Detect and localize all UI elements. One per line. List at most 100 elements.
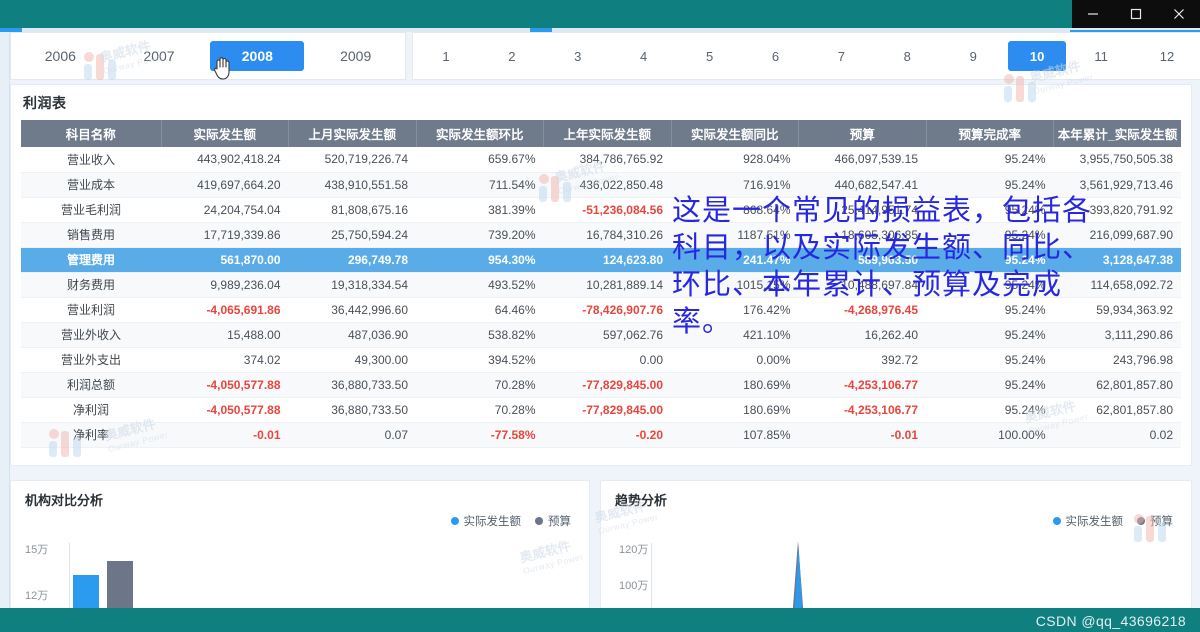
table-cell: 124,623.80 [544, 247, 672, 272]
table-cell: 296,749.78 [289, 247, 417, 272]
table-cell: -51,236,084.56 [544, 197, 672, 222]
row-label: 营业收入 [21, 147, 161, 172]
table-cell: -0.20 [544, 422, 672, 447]
year-tab-2006[interactable]: 2006 [13, 41, 108, 71]
column-header-2[interactable]: 上月实际发生额 [289, 120, 417, 147]
table-cell: -0.01 [799, 422, 927, 447]
month-tab-9[interactable]: 9 [942, 41, 1004, 71]
year-tab-2007[interactable]: 2007 [112, 41, 207, 71]
table-row[interactable]: 净利润-4,050,577.8836,880,733.5070.28%-77,8… [21, 397, 1181, 422]
table-cell: 1187.51% [671, 222, 799, 247]
table-cell: 216,099,687.90 [1054, 222, 1182, 247]
table-row[interactable]: 管理费用561,870.00296,749.78954.30%124,623.8… [21, 247, 1181, 272]
table-cell: 10,281,889.14 [544, 272, 672, 297]
table-cell: 59,934,363.92 [1054, 297, 1182, 322]
table-cell: 597,062.76 [544, 322, 672, 347]
table-row[interactable]: 销售费用17,719,339.8625,750,594.24739.20%16,… [21, 222, 1181, 247]
left-rail [0, 32, 10, 632]
table-row[interactable]: 财务费用9,989,236.0419,318,334.54493.52%10,2… [21, 272, 1181, 297]
table-cell: 0.07 [289, 422, 417, 447]
table-cell: 466,097,539.15 [799, 147, 927, 172]
table-row[interactable]: 营业外支出374.0249,300.00394.52%0.000.00%392.… [21, 347, 1181, 372]
column-header-0[interactable]: 科目名称 [21, 120, 161, 147]
year-tab-2008[interactable]: 2008 [210, 41, 304, 71]
column-header-5[interactable]: 实际发生额同比 [671, 120, 799, 147]
row-label: 管理费用 [21, 247, 161, 272]
month-tab-11[interactable]: 11 [1070, 41, 1132, 71]
table-cell: 392.72 [799, 347, 927, 372]
month-tab-12[interactable]: 12 [1136, 41, 1198, 71]
table-cell: 381.39% [416, 197, 544, 222]
year-tab-2009[interactable]: 2009 [308, 41, 403, 71]
table-cell: 419,697,664.20 [161, 172, 289, 197]
table-cell: 520,719,226.74 [289, 147, 417, 172]
table-cell: 10,488,697.84 [799, 272, 927, 297]
year-tab-strip: 2006200720082009 [10, 32, 406, 80]
maximize-icon[interactable] [1116, 0, 1156, 28]
row-label: 净利润 [21, 397, 161, 422]
month-tab-8[interactable]: 8 [876, 41, 938, 71]
table-cell: 95.24% [926, 372, 1054, 397]
table-cell: 70.28% [416, 397, 544, 422]
table-cell: 17,719,339.86 [161, 222, 289, 247]
column-header-6[interactable]: 预算 [799, 120, 927, 147]
table-cell: 95.24% [926, 272, 1054, 297]
column-header-3[interactable]: 实际发生额环比 [416, 120, 544, 147]
table-cell: 561,870.00 [161, 247, 289, 272]
table-cell: 100.00% [926, 422, 1054, 447]
table-row[interactable]: 营业外收入15,488.00487,036.90538.82%597,062.7… [21, 322, 1181, 347]
table-cell: 393,820,791.92 [1054, 197, 1182, 222]
table-cell: 16,784,310.26 [544, 222, 672, 247]
month-tab-10[interactable]: 10 [1008, 41, 1066, 71]
column-header-4[interactable]: 上年实际发生额 [544, 120, 672, 147]
month-tab-7[interactable]: 7 [810, 41, 872, 71]
table-row[interactable]: 营业成本419,697,664.20438,910,551.58711.54%4… [21, 172, 1181, 197]
table-cell: 438,910,551.58 [289, 172, 417, 197]
month-tab-6[interactable]: 6 [745, 41, 807, 71]
month-tab-3[interactable]: 3 [547, 41, 609, 71]
row-label: 销售费用 [21, 222, 161, 247]
table-cell: 394.52% [416, 347, 544, 372]
row-label: 财务费用 [21, 272, 161, 297]
table-cell: 114,658,092.72 [1054, 272, 1182, 297]
row-label: 营业外收入 [21, 322, 161, 347]
column-header-7[interactable]: 预算完成率 [926, 120, 1054, 147]
table-cell: 3,111,290.86 [1054, 322, 1182, 347]
table-cell: 81,808,675.16 [289, 197, 417, 222]
profit-statement-table: 科目名称实际发生额上月实际发生额实际发生额环比上年实际发生额实际发生额同比预算预… [21, 120, 1181, 448]
close-icon[interactable] [1159, 0, 1199, 28]
table-header-row: 科目名称实际发生额上月实际发生额实际发生额环比上年实际发生额实际发生额同比预算预… [21, 120, 1181, 147]
table-cell: 954.30% [416, 247, 544, 272]
table-cell: 487,036.90 [289, 322, 417, 347]
footer-band [0, 608, 1200, 632]
table-cell: 1015.15% [671, 272, 799, 297]
table-cell: 868.64% [671, 197, 799, 222]
page-title: 利润表 [11, 85, 1191, 120]
table-row[interactable]: 营业利润-4,065,691.8636,442,996.6064.46%-78,… [21, 297, 1181, 322]
table-cell: 659.67% [416, 147, 544, 172]
table-cell: 384,786,765.92 [544, 147, 672, 172]
month-tab-5[interactable]: 5 [679, 41, 741, 71]
table-row[interactable]: 营业收入443,902,418.24520,719,226.74659.67%3… [21, 147, 1181, 172]
y-tick-right-1: 100万 [619, 577, 648, 593]
column-header-1[interactable]: 实际发生额 [161, 120, 289, 147]
app-window: 2006200720082009 123456789101112 利润表 科目名… [0, 0, 1200, 632]
legend-dot-icon [1137, 517, 1145, 525]
table-cell: 36,880,733.50 [289, 372, 417, 397]
chart-title-left: 机构对比分析 [11, 481, 589, 509]
table-cell: 62,801,857.80 [1054, 372, 1182, 397]
table-cell: -4,050,577.88 [161, 397, 289, 422]
table-cell: 241.47% [671, 247, 799, 272]
table-row[interactable]: 营业毛利润24,204,754.0481,808,675.16381.39%-5… [21, 197, 1181, 222]
month-tab-1[interactable]: 1 [415, 41, 477, 71]
legend-dot-icon [1053, 517, 1061, 525]
table-cell: 25,414,951.74 [799, 197, 927, 222]
column-header-8[interactable]: 本年累计_实际发生额 [1054, 120, 1182, 147]
table-cell: 18,605,306.85 [799, 222, 927, 247]
table-row[interactable]: 利润总额-4,050,577.8836,880,733.5070.28%-77,… [21, 372, 1181, 397]
month-tab-2[interactable]: 2 [481, 41, 543, 71]
table-cell: 374.02 [161, 347, 289, 372]
minimize-icon[interactable] [1073, 0, 1113, 28]
table-row[interactable]: 净利率-0.010.07-77.58%-0.20107.85%-0.01100.… [21, 422, 1181, 447]
month-tab-4[interactable]: 4 [613, 41, 675, 71]
